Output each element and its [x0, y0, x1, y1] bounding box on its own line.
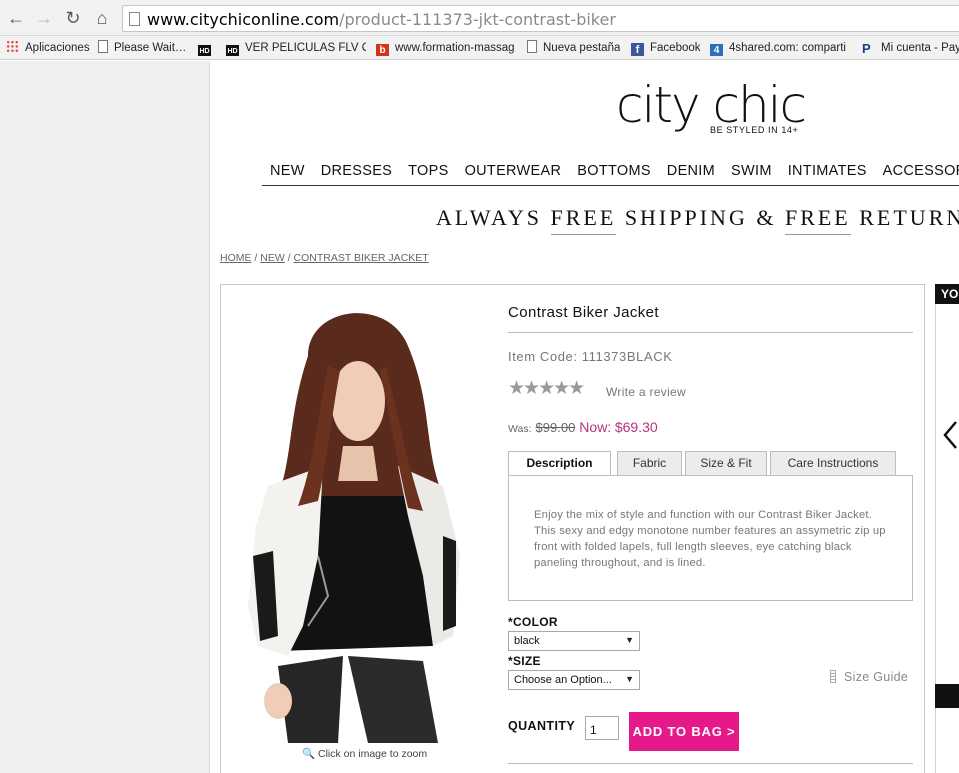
- nav-item-tops[interactable]: TOPS: [408, 163, 448, 179]
- write-review-link[interactable]: Write a review: [606, 385, 686, 399]
- tab-fabric[interactable]: Fabric: [617, 451, 682, 476]
- bookmark-nueva-pestana[interactable]: Nueva pestaña: [527, 40, 620, 56]
- nav-item-dresses[interactable]: DRESSES: [321, 163, 392, 179]
- page-gutter: [0, 61, 210, 773]
- hd-icon: HD: [198, 45, 211, 56]
- divider: [508, 332, 913, 333]
- site-logo[interactable]: city chic BE STYLED IN 14+: [616, 76, 807, 135]
- zoom-hint[interactable]: 🔍 Click on image to zoom: [302, 747, 427, 760]
- bookmark-ver-peliculas[interactable]: HDVER PELICULAS FLV ONL: [226, 40, 366, 56]
- quantity-label: QUANTITY: [508, 719, 576, 733]
- size-select[interactable]: Choose an Option... ▼: [508, 670, 640, 690]
- product-title: Contrast Biker Jacket: [508, 304, 659, 321]
- promo-banner[interactable]: ALWAYS FREE SHIPPING & FREE RETURN: [436, 205, 959, 235]
- logo-text: city chic: [616, 76, 807, 134]
- price-block: Was: $99.00 Now: $69.30: [508, 419, 658, 435]
- breadcrumb-home[interactable]: HOME: [220, 252, 252, 264]
- bookmark-please-wait[interactable]: Please Wait…: [98, 40, 186, 56]
- carousel-prev-icon[interactable]: [942, 420, 959, 450]
- nav-item-intimates[interactable]: INTIMATES: [788, 163, 867, 179]
- product-description: Enjoy the mix of style and function with…: [534, 509, 886, 569]
- divider: [508, 763, 913, 764]
- breadcrumb-current[interactable]: CONTRAST BIKER JACKET: [294, 252, 429, 264]
- bookmark-icon: b: [376, 44, 389, 56]
- bookmark-4shared[interactable]: 4 4shared.com: comparti: [710, 40, 850, 56]
- size-guide-link[interactable]: Size Guide: [830, 670, 908, 684]
- dropdown-arrow-icon: ▼: [625, 674, 634, 684]
- breadcrumb: HOME / NEW / CONTRAST BIKER JACKET: [220, 252, 429, 264]
- nav-item-accessories[interactable]: ACCESSORIES: [883, 163, 959, 179]
- rating-stars: ★★★★★: [508, 378, 585, 399]
- was-label: Was:: [508, 423, 532, 435]
- quantity-input[interactable]: [585, 716, 619, 740]
- bookmark-facebook[interactable]: f Facebook: [631, 40, 701, 56]
- back-arrow-icon[interactable]: ←: [6, 8, 26, 28]
- bookmark-formation[interactable]: b www.formation-massag: [376, 40, 514, 56]
- facebook-icon: f: [631, 43, 644, 56]
- nav-item-denim[interactable]: DENIM: [667, 163, 715, 179]
- nav-item-swim[interactable]: SWIM: [731, 163, 772, 179]
- home-icon[interactable]: ⌂: [92, 8, 112, 28]
- logo-tagline: BE STYLED IN 14+: [710, 125, 799, 135]
- tab-care-instructions[interactable]: Care Instructions: [770, 451, 896, 476]
- page-icon: [129, 12, 140, 26]
- reload-icon[interactable]: ↻: [63, 8, 83, 28]
- page-icon: [98, 40, 108, 53]
- ruler-icon: [830, 670, 836, 683]
- nav-item-new[interactable]: NEW: [270, 163, 305, 179]
- apps-grid-icon: [6, 40, 19, 53]
- dropdown-arrow-icon: ▼: [625, 635, 634, 645]
- color-select[interactable]: black ▼: [508, 631, 640, 651]
- product-image[interactable]: [248, 296, 463, 743]
- size-label: *SIZE: [508, 654, 541, 668]
- model-illustration: [248, 296, 463, 743]
- color-label: *COLOR: [508, 615, 558, 629]
- tab-panel-description: Enjoy the mix of style and function with…: [508, 475, 913, 601]
- bookmark-hd[interactable]: HD: [198, 40, 217, 56]
- nav-item-bottoms[interactable]: BOTTOMS: [577, 163, 651, 179]
- paypal-icon: P: [862, 41, 871, 56]
- page-icon: [527, 40, 537, 53]
- tab-size-fit[interactable]: Size & Fit: [685, 451, 767, 476]
- now-price: $69.30: [614, 419, 658, 435]
- item-code: Item Code: 111373BLACK: [508, 349, 673, 364]
- url-text: www.citychiconline.com/product-111373-jk…: [147, 10, 616, 29]
- recently-viewed-badge: YO: [935, 284, 959, 304]
- now-label: Now:: [579, 419, 612, 435]
- address-bar[interactable]: www.citychiconline.com/product-111373-jk…: [122, 5, 959, 32]
- nav-item-outerwear[interactable]: OUTERWEAR: [465, 163, 562, 179]
- bookmarks-bar: Aplicaciones Please Wait… HD HD VER PELIC…: [0, 36, 959, 60]
- tab-description[interactable]: Description: [508, 451, 611, 477]
- bookmark-paypal[interactable]: PMi cuenta - PayP: [862, 40, 959, 56]
- magnifier-icon: 🔍: [302, 748, 316, 760]
- was-price: $99.00: [535, 420, 576, 435]
- bookmark-apps[interactable]: Aplicaciones: [6, 40, 90, 56]
- main-navigation: NEW DRESSES TOPS OUTERWEAR BOTTOMS DENIM SWIM I…: [262, 158, 959, 186]
- browser-toolbar: ← → ↻ ⌂ www.citychiconline.com/product-1…: [0, 0, 959, 36]
- forward-arrow-icon[interactable]: →: [34, 8, 54, 28]
- hd-icon: HD: [226, 45, 239, 56]
- breadcrumb-new[interactable]: NEW: [260, 252, 285, 264]
- side-panel-header: [935, 684, 959, 708]
- 4shared-icon: 4: [710, 44, 723, 56]
- add-to-bag-button[interactable]: ADD TO BAG >: [629, 712, 739, 751]
